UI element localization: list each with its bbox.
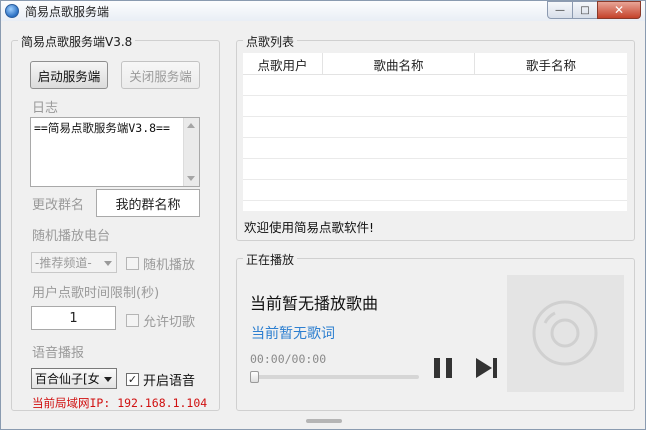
table-row[interactable] [243,159,627,180]
title-bar[interactable]: 简易点歌服务端 — □ ✕ [1,1,645,21]
table-row[interactable] [243,75,627,96]
enable-voice-checkbox[interactable]: ✓ 开启语音 [126,370,195,389]
random-play-checkbox[interactable]: 随机播放 [126,254,195,273]
enable-voice-label: 开启语音 [143,374,196,389]
stop-server-button[interactable]: 关闭服务端 [121,61,200,89]
seek-bar[interactable] [250,375,419,379]
group-name-label: 更改群名 [32,198,85,213]
maximize-button[interactable]: □ [572,1,598,19]
chevron-down-icon [104,261,112,266]
log-label: 日志 [32,101,59,116]
app-window: 简易点歌服务端 — □ ✕ 简易点歌服务端V3.8 启动服务端 关闭服务端 日志… [0,0,646,430]
column-header-song[interactable]: 歌曲名称 [323,53,475,75]
window-title: 简易点歌服务端 [25,5,110,19]
playback-time: 00:00/00:00 [250,352,327,366]
table-row[interactable] [243,96,627,117]
lan-ip-text: 当前局域网IP: 192.168.1.104 [32,396,208,410]
welcome-text: 欢迎使用简易点歌软件! [244,220,375,235]
app-globe-icon [5,4,19,18]
allow-skip-checkbox-box[interactable] [126,314,139,327]
column-header-user[interactable]: 点歌用户 [243,53,323,75]
seek-thumb[interactable] [250,371,259,383]
time-limit-label: 用户点歌时间限制(秒) [32,286,160,301]
random-play-label: 随机播放 [143,258,196,273]
server-group-title: 简易点歌服务端V3.8 [18,33,136,50]
channel-select-value: -推荐频道- [35,256,92,270]
column-header-singer[interactable]: 歌手名称 [475,53,627,75]
song-list-header: 点歌用户 歌曲名称 歌手名称 [243,53,627,75]
pause-button[interactable] [432,357,456,379]
table-row[interactable] [243,180,627,201]
table-row[interactable] [243,138,627,159]
window-controls: — □ ✕ [547,1,641,19]
scroll-down-arrow-icon[interactable] [187,176,195,181]
next-track-button[interactable] [475,357,499,379]
channel-select[interactable]: -推荐频道- [31,252,117,273]
song-list-table[interactable]: 点歌用户 歌曲名称 歌手名称 [243,53,627,211]
disc-icon [532,300,598,366]
random-play-checkbox-box[interactable] [126,257,139,270]
radio-label: 随机播放电台 [32,229,111,244]
time-limit-input[interactable]: 1 [31,306,116,330]
close-button[interactable]: ✕ [597,1,641,19]
allow-skip-label: 允许切歌 [143,315,196,330]
enable-voice-checkbox-box[interactable]: ✓ [126,373,139,386]
now-playing-song-title: 当前暂无播放歌曲 [250,294,379,313]
table-row[interactable] [243,117,627,138]
resize-grip[interactable] [306,419,342,423]
scroll-up-arrow-icon[interactable] [187,123,195,128]
chevron-down-icon [104,377,112,382]
minimize-button[interactable]: — [547,1,573,19]
voice-select-value: 百合仙子[女 [35,372,100,386]
now-playing-group-title: 正在播放 [243,251,298,268]
song-list-group-title: 点歌列表 [243,33,298,50]
album-art [507,275,624,392]
log-text: ==简易点歌服务端V3.8== [34,121,170,135]
log-textarea[interactable]: ==简易点歌服务端V3.8== [30,117,200,187]
allow-skip-checkbox[interactable]: 允许切歌 [126,311,195,330]
now-playing-lyric[interactable]: 当前暂无歌词 [251,323,335,343]
voice-label: 语音播报 [32,346,85,361]
next-track-icon [476,358,497,378]
pause-icon [434,358,452,378]
start-server-button[interactable]: 启动服务端 [30,61,108,89]
voice-select[interactable]: 百合仙子[女 [31,368,117,389]
log-scrollbar[interactable] [183,118,199,186]
group-name-input[interactable]: 我的群名称 [96,189,200,217]
